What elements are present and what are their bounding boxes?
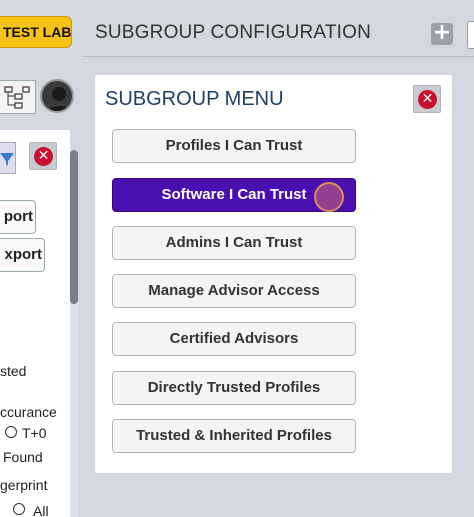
close-icon: ✕ xyxy=(34,147,53,166)
certified-advisors-button[interactable]: Certified Advisors xyxy=(112,322,356,356)
menu-close-button[interactable]: ✕ xyxy=(413,85,441,113)
add-button[interactable]: + xyxy=(431,20,453,45)
page-title: SUBGROUP CONFIGURATION xyxy=(95,22,372,43)
import-button[interactable]: port xyxy=(0,200,36,234)
close-icon: ✕ xyxy=(418,90,437,109)
all-radio[interactable] xyxy=(13,503,25,515)
click-indicator xyxy=(314,182,344,212)
header-divider xyxy=(82,56,474,57)
edge-button[interactable] xyxy=(467,21,474,49)
left-sidebar: TEST LAB ✕ port xport sted ccurance T+0 … xyxy=(0,0,82,517)
found-label: Found xyxy=(3,449,43,465)
fingerprint-label: gerprint xyxy=(0,477,48,493)
trusted-inherited-profiles-button[interactable]: Trusted & Inherited Profiles xyxy=(112,419,356,453)
avatar[interactable] xyxy=(40,79,74,113)
menu-title: SUBGROUP MENU xyxy=(105,88,284,110)
manage-advisor-access-button[interactable]: Manage Advisor Access xyxy=(112,274,356,308)
plus-icon: + xyxy=(432,20,452,45)
user-silhouette-icon xyxy=(47,87,71,111)
test-lab-badge[interactable]: TEST LAB xyxy=(0,16,72,48)
hierarchy-icon xyxy=(4,86,30,109)
directly-trusted-profiles-button[interactable]: Directly Trusted Profiles xyxy=(112,371,356,405)
all-label: All xyxy=(33,503,49,517)
hierarchy-button[interactable] xyxy=(0,80,36,114)
t0-radio[interactable] xyxy=(5,426,17,438)
scrollbar-thumb[interactable] xyxy=(70,150,78,304)
t0-label: T+0 xyxy=(22,425,47,441)
occurance-label: ccurance xyxy=(0,404,57,420)
funnel-icon xyxy=(0,153,14,166)
profiles-i-can-trust-button[interactable]: Profiles I Can Trust xyxy=(112,129,356,163)
trusted-label: sted xyxy=(0,363,27,379)
export-button[interactable]: xport xyxy=(0,238,45,272)
filter-button[interactable] xyxy=(0,142,16,174)
side-close-button[interactable]: ✕ xyxy=(29,142,57,170)
admins-i-can-trust-button[interactable]: Admins I Can Trust xyxy=(112,226,356,260)
